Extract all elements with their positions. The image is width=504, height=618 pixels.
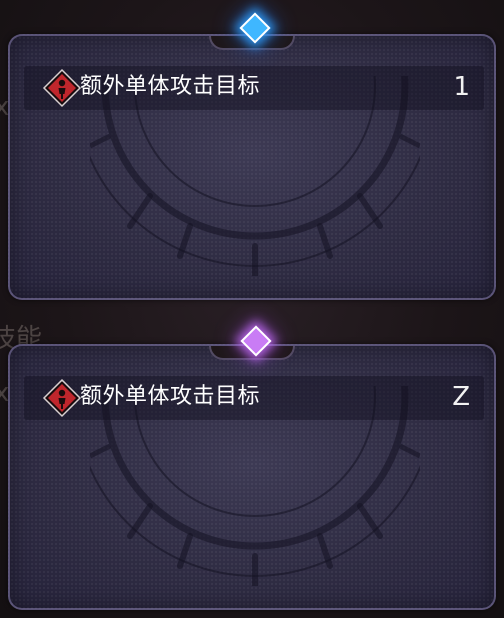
attribute-card: 额外单体攻击目标 1 [8, 34, 496, 300]
attribute-value: Z [452, 382, 470, 412]
red-diamond-person-icon [42, 378, 82, 418]
attribute-label: 额外单体攻击目标 [80, 384, 261, 409]
red-diamond-person-icon [42, 68, 82, 108]
attribute-row: 额外单体攻击目标 1 [24, 66, 484, 110]
attribute-card: 额外单体攻击目标 Z [8, 344, 496, 610]
attribute-label: 额外单体攻击目标 [80, 74, 261, 99]
attribute-row: 额外单体攻击目标 Z [24, 376, 484, 420]
attribute-value: 1 [453, 72, 470, 102]
